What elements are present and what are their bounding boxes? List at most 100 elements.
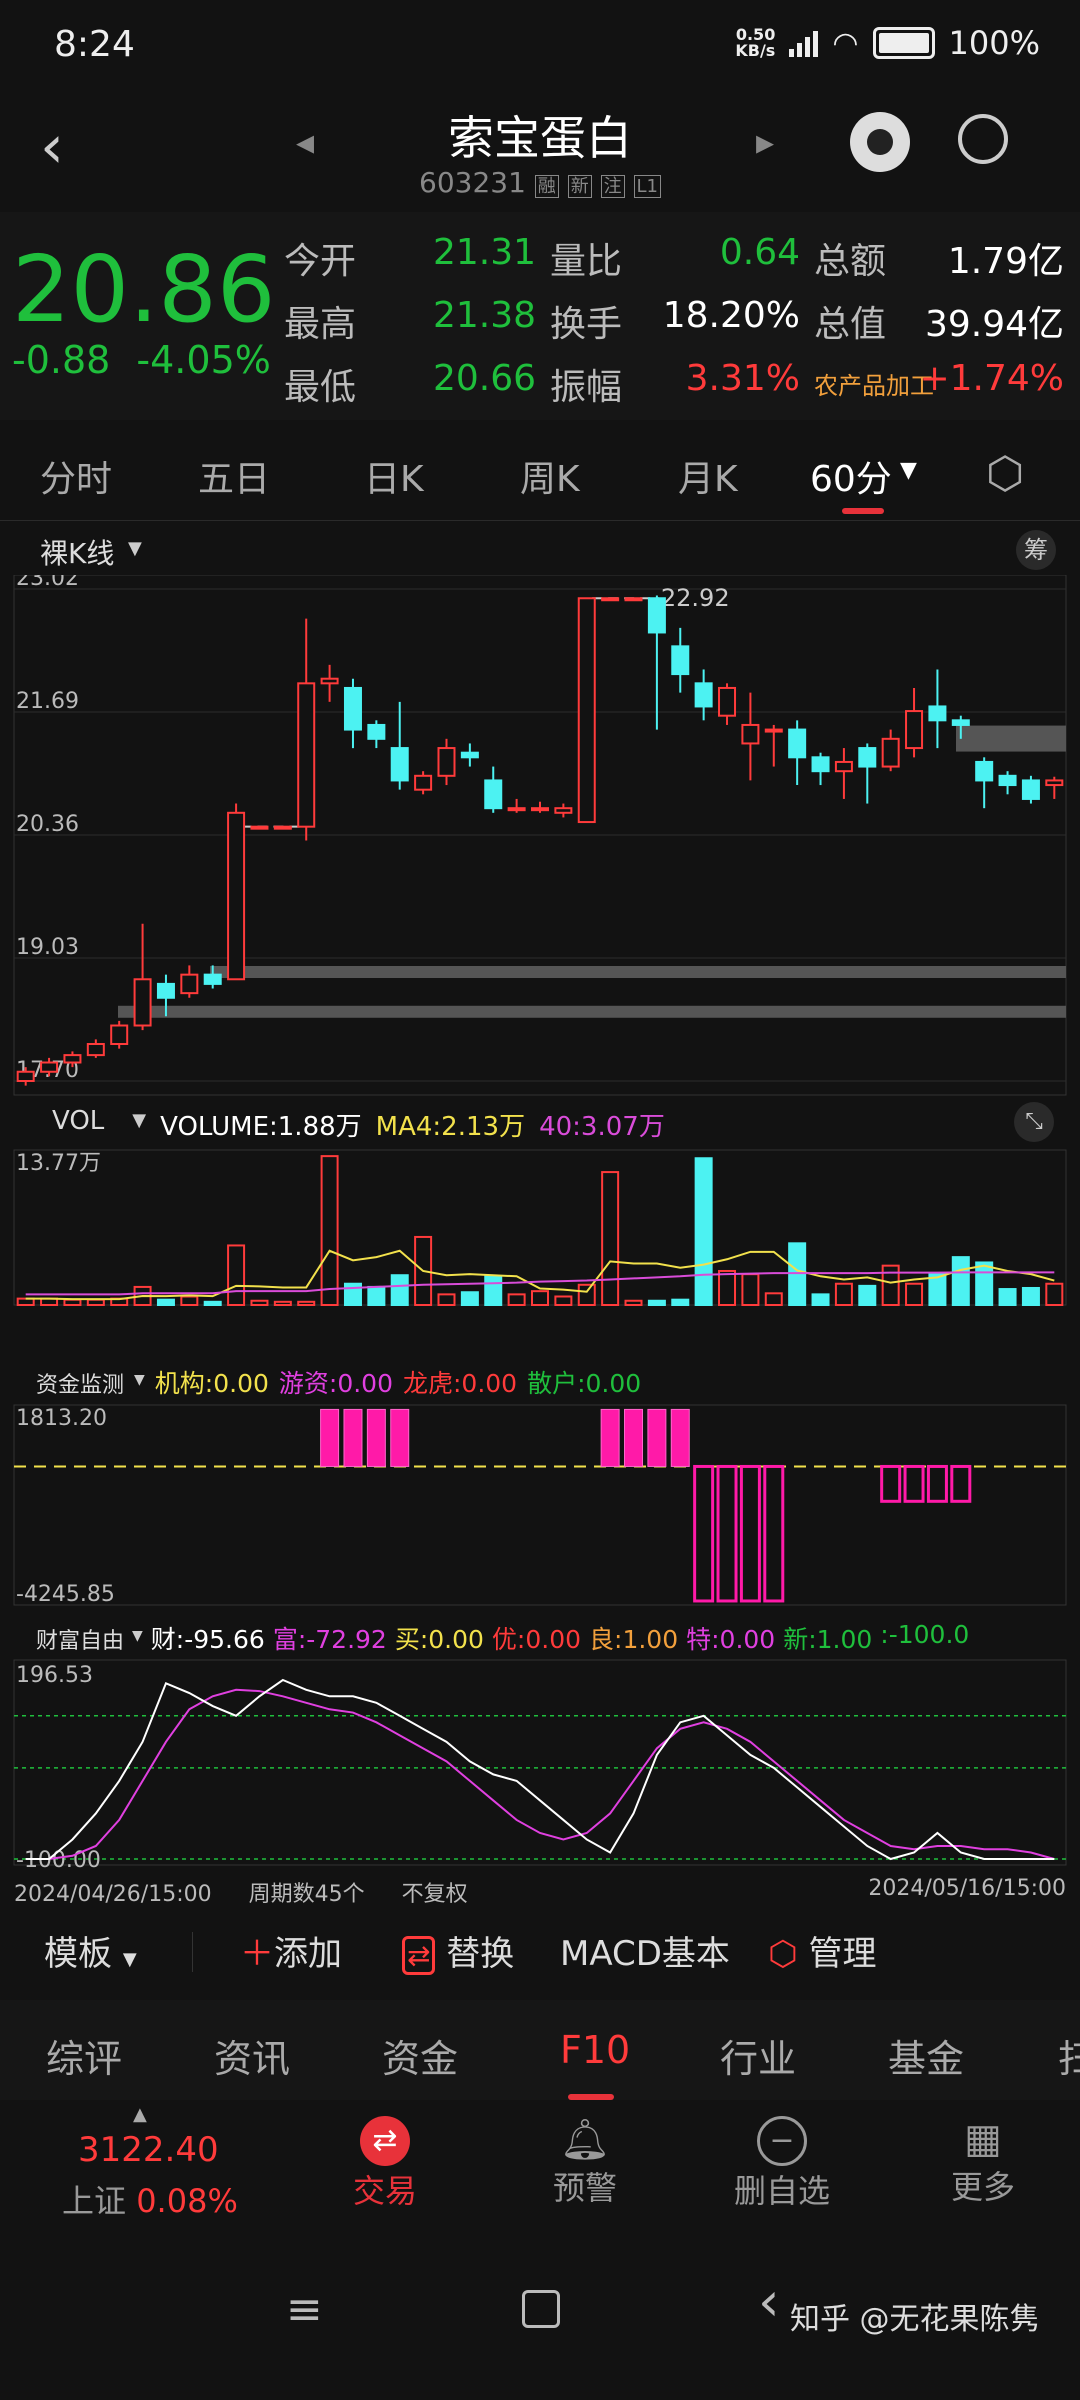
- quote-value: +1.74%: [919, 358, 1064, 399]
- tab-intraday[interactable]: 分时: [40, 450, 112, 502]
- wealth-xin: 新:1.00: [783, 1625, 873, 1654]
- quote-panel: 20.86 -0.88 -4.05% 今开 21.31 量比 0.64 总额 1.79亿最…: [0, 212, 1080, 420]
- tab-f10[interactable]: F10: [560, 2028, 630, 2072]
- funds-header: 资金监测 ▼ 机构:0.00 游资:0.00 龙虎:0.00 散户:0.00: [36, 1364, 641, 1400]
- tab-industry[interactable]: 行业: [720, 2028, 796, 2083]
- replace-button[interactable]: ⇄ 替换: [402, 1926, 514, 1975]
- volume-tick-label: 13.77万: [16, 1151, 101, 1176]
- funds-bar: [670, 1408, 690, 1467]
- volume-bar: [227, 1244, 246, 1306]
- volume-bar: [671, 1298, 690, 1307]
- more-button[interactable]: ▦ 更多: [928, 2116, 1038, 2208]
- manage-button[interactable]: ⬡ 管理: [768, 1926, 877, 1975]
- menu-icon[interactable]: ≡: [286, 2284, 323, 2335]
- funds-bar: [320, 1408, 340, 1467]
- watermark: 知乎 @无花果陈隽: [790, 2302, 1040, 2337]
- wealth-you: 优:0.00: [491, 1625, 582, 1654]
- tab-scan[interactable]: 扫: [1058, 2028, 1080, 2083]
- wealth-dropdown-icon[interactable]: ▼: [132, 1628, 143, 1656]
- tab-overview[interactable]: 综评: [46, 2028, 122, 2083]
- vol-dropdown-icon[interactable]: ▼: [132, 1110, 146, 1143]
- index-row[interactable]: 上证 0.08%: [62, 2176, 238, 2222]
- volume-bar: [951, 1256, 970, 1306]
- tab-monthly-k[interactable]: 月K: [678, 450, 738, 502]
- trade-button[interactable]: ⇄ 交易: [330, 2116, 440, 2212]
- candle-body: [484, 779, 503, 810]
- wealth-liang: 良:1.00: [589, 1625, 679, 1654]
- date-end: 2024/05/16/15:00: [868, 1876, 1066, 1901]
- quote-label: 换手: [550, 304, 623, 345]
- funds-bar: [903, 1464, 925, 1503]
- wealth-fu: 富:-72.92: [272, 1625, 387, 1654]
- quote-value: 3.31%: [685, 358, 800, 399]
- home-icon[interactable]: [522, 2290, 560, 2328]
- search-icon[interactable]: [958, 114, 1008, 164]
- status-time: 8:24: [54, 24, 135, 65]
- tag-xin: 新: [567, 175, 592, 198]
- indicator-toolbar: 模板 ▼ ＋添加 ⇄ 替换 MACD基本 ⬡ 管理: [0, 1918, 1080, 1988]
- funds-dragon: 龙虎:0.00: [402, 1369, 518, 1398]
- funds-bar: [739, 1464, 761, 1603]
- volume-bar: [718, 1269, 737, 1306]
- volume-bar: [788, 1242, 807, 1306]
- kline-mode-dropdown-icon[interactable]: ▼: [128, 538, 142, 559]
- delete-favorite-label: 删自选: [733, 2172, 830, 2210]
- candle-body: [858, 747, 877, 768]
- quote-label: 量比: [550, 241, 623, 282]
- tab-weekly-k[interactable]: 周K: [520, 450, 580, 502]
- resistance-band: [956, 725, 1066, 752]
- tag-l1: L1: [633, 175, 661, 198]
- vol-label[interactable]: VOL: [52, 1106, 104, 1143]
- volume-bar: [297, 1300, 316, 1307]
- candle-body: [40, 1061, 59, 1073]
- quote-label: 最低: [284, 367, 357, 408]
- template-button[interactable]: 模板 ▼: [44, 1926, 137, 1975]
- wifi-icon: ◠: [832, 25, 859, 61]
- footer-bar: ▲ 3122.40 上证 0.08% ⇄ 交易 🔔︎ 预警 − 删自选 ▦ 更多: [0, 2100, 1080, 2250]
- alert-button[interactable]: 🔔︎ 预警: [530, 2116, 640, 2209]
- wealth-label[interactable]: 财富自由: [36, 1623, 124, 1656]
- settings-hex-icon[interactable]: ⬡: [986, 448, 1024, 499]
- dropdown-icon[interactable]: ▼: [900, 458, 917, 483]
- vol-ma4: MA4:2.13万: [375, 1112, 526, 1142]
- candle-body: [554, 807, 573, 814]
- wealth-mai: 买:0.00: [394, 1625, 484, 1654]
- funds-bar: [647, 1408, 667, 1467]
- funds-top-label: 1813.20: [16, 1406, 107, 1431]
- quote-value: 18.20%: [662, 295, 800, 336]
- candle-body: [437, 747, 456, 777]
- tab-fund[interactable]: 基金: [888, 2028, 964, 2083]
- funds-label[interactable]: 资金监测: [36, 1367, 124, 1400]
- chip-button[interactable]: 筹: [1016, 530, 1056, 570]
- candle-body: [460, 751, 479, 759]
- next-stock-icon[interactable]: ▸: [756, 122, 774, 163]
- stock-chart[interactable]: 23.0221.6920.3619.0317.7022.9213.77万1813…: [0, 575, 1080, 1915]
- trade-icon: ⇄: [360, 2116, 410, 2166]
- tab-news[interactable]: 资讯: [214, 2028, 290, 2083]
- add-button[interactable]: ＋添加: [240, 1926, 342, 1975]
- funds-dropdown-icon[interactable]: ▼: [134, 1372, 145, 1400]
- mascot-icon[interactable]: [850, 112, 910, 172]
- up-arrow-icon: ▲: [133, 2104, 147, 2125]
- nav-back-icon[interactable]: ‹: [758, 2270, 780, 2333]
- volume-bar: [1021, 1286, 1040, 1306]
- tab-capital[interactable]: 资金: [382, 2028, 458, 2083]
- funds-bar: [624, 1408, 644, 1467]
- macd-button[interactable]: MACD基本: [560, 1926, 730, 1975]
- delete-favorite-button[interactable]: − 删自选: [720, 2116, 844, 2212]
- index-value[interactable]: 3122.40: [78, 2130, 219, 2170]
- network-speed: 0.50 KB/s: [735, 25, 776, 60]
- kline-mode-label[interactable]: 裸K线: [40, 532, 114, 572]
- tab-60min[interactable]: 60分: [810, 450, 892, 502]
- quote-label: 今开: [284, 241, 357, 282]
- expand-icon[interactable]: ⤡: [1014, 1102, 1054, 1142]
- wealth-extra: :-100.0: [880, 1620, 970, 1649]
- funds-bar: [366, 1408, 386, 1467]
- candle-body: [601, 597, 620, 602]
- candle-body: [788, 728, 807, 759]
- alert-label: 预警: [552, 2169, 617, 2207]
- tab-daily-k[interactable]: 日K: [364, 450, 424, 502]
- candle-body: [741, 723, 760, 745]
- template-dropdown-icon: ▼: [122, 1949, 137, 1970]
- tab-five-day[interactable]: 五日: [198, 450, 270, 502]
